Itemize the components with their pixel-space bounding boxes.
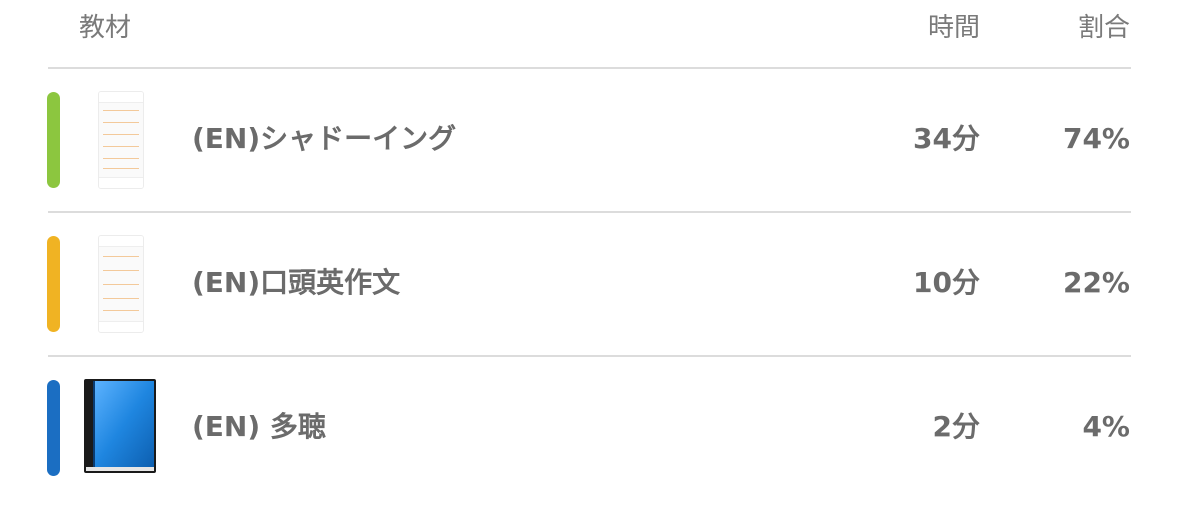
app-screenshot-thumbnail-icon — [98, 235, 144, 333]
app-screenshot-thumbnail-icon — [98, 91, 144, 189]
material-time: 2分 — [932, 410, 980, 443]
material-ratio: 22% — [1062, 266, 1130, 299]
material-ratio: 4% — [1082, 410, 1130, 443]
material-title: (EN)口頭英作文 — [192, 266, 401, 299]
material-time: 10分 — [913, 266, 980, 299]
column-header-ratio: 割合 — [1077, 13, 1130, 43]
column-header-material: 教材 — [79, 13, 132, 43]
color-indicator — [47, 236, 60, 332]
blue-book-icon — [84, 379, 156, 473]
color-indicator — [47, 380, 60, 476]
column-header-time: 時間 — [927, 13, 980, 43]
material-ratio: 74% — [1062, 122, 1130, 155]
table-row[interactable]: (EN) 多聴 2分 4% — [0, 357, 1179, 501]
material-title: (EN)シャドーイング — [192, 122, 457, 155]
material-title: (EN) 多聴 — [192, 410, 326, 443]
table-row[interactable]: (EN)口頭英作文 10分 22% — [0, 213, 1179, 357]
table-row[interactable]: (EN)シャドーイング 34分 74% — [0, 69, 1179, 213]
table-header: 教材 時間 割合 — [0, 0, 1179, 68]
material-time: 34分 — [913, 122, 980, 155]
color-indicator — [47, 92, 60, 188]
